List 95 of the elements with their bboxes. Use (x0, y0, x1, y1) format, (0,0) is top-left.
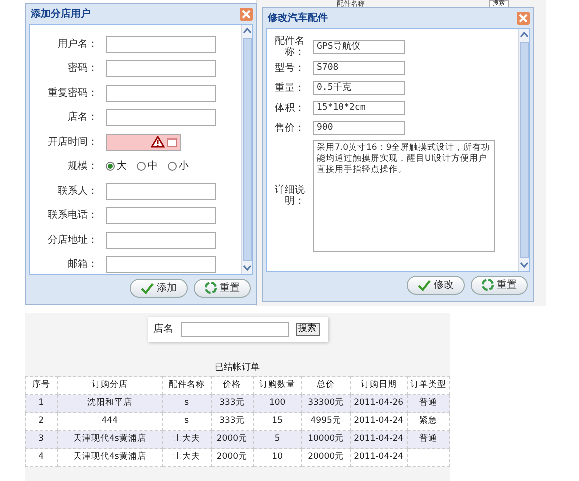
table-cell: s (162, 394, 212, 412)
dialog-button[interactable]: 重置 (194, 278, 251, 298)
column-header: 序号 (26, 376, 58, 394)
dialog-title: 添加分店用户 (31, 7, 91, 22)
field-label: 规模： (67, 161, 98, 172)
column-header: 总价 (302, 376, 350, 394)
calendar-icon (167, 137, 177, 148)
check-icon (141, 282, 154, 294)
radio-option[interactable]: 中 (137, 159, 158, 174)
dialog-button[interactable]: 重置 (471, 276, 528, 294)
dialog-button[interactable]: 添加 (130, 278, 188, 298)
search-label: 店名 (154, 322, 174, 337)
scrollbar[interactable] (518, 29, 529, 271)
table-cell: 10 (253, 448, 302, 466)
input-field[interactable] (106, 232, 216, 249)
field-label: 重量： (274, 82, 305, 94)
close-icon (240, 8, 253, 20)
table-cell: 沈阳和平店 (57, 394, 163, 412)
input-field[interactable] (106, 207, 216, 224)
table-cell: 天津现代4s黄浦店 (57, 430, 163, 448)
input-field[interactable]: 900 (313, 121, 405, 135)
column-header: 订购日期 (350, 376, 408, 394)
table-cell: 10000元 (302, 430, 350, 448)
column-header: 订购数量 (253, 376, 302, 394)
table-cell: 100 (253, 394, 302, 412)
table-cell: 333元 (211, 412, 254, 430)
input-field[interactable]: 15*10*2cm (313, 101, 405, 115)
close-button[interactable] (517, 12, 530, 24)
dialog-title: 修改汽车配件 (268, 11, 328, 26)
radio-option[interactable]: 大 (106, 159, 127, 174)
table-cell: 3 (26, 430, 58, 448)
table-cell: 士大夫 (162, 448, 212, 466)
input-field[interactable]: S708 (313, 61, 405, 75)
table-cell: 444 (57, 412, 163, 430)
input-field[interactable] (106, 60, 216, 78)
table-cell: 紧急 (407, 412, 450, 430)
input-field[interactable] (106, 84, 216, 102)
field-label: 售价： (274, 122, 305, 134)
close-button[interactable] (240, 8, 253, 20)
field-label: 用户名： (57, 38, 98, 50)
field-label: 密码： (67, 63, 98, 74)
table-cell: 2011-04-26 (350, 394, 408, 412)
recycle-icon (482, 279, 494, 291)
field-label: 分店地址： (47, 234, 98, 246)
column-header: 订购分店 (57, 376, 163, 394)
field-label: 重复密码： (47, 88, 98, 99)
radio-option[interactable]: 小 (168, 159, 189, 174)
input-field[interactable] (106, 182, 216, 200)
search-button[interactable]: 搜索 (296, 323, 320, 336)
table-cell: 2011-04-24 (350, 412, 408, 430)
input-field[interactable]: GPS导航仪 (313, 40, 405, 54)
column-header: 配件名称 (162, 376, 212, 394)
table-cell: 5 (253, 430, 302, 448)
recycle-icon (205, 282, 217, 294)
input-field[interactable] (106, 256, 216, 274)
field-label: 邮箱： (67, 259, 98, 270)
table-cell: 天津现代4s黄浦店 (57, 448, 163, 466)
input-field[interactable] (106, 36, 216, 53)
table-cell: 4 (26, 448, 58, 466)
field-label: 联系人： (57, 186, 98, 197)
date-field[interactable] (106, 134, 181, 151)
warning-icon (151, 136, 165, 148)
scrollbar[interactable] (241, 25, 252, 274)
check-icon (418, 280, 431, 290)
field-label: 详细说明： (274, 185, 305, 207)
column-header: 价格 (211, 376, 254, 394)
table-cell: 普通 (407, 430, 450, 448)
table-cell: 4995元 (302, 412, 350, 430)
field-label: 体积： (274, 102, 305, 114)
table-cell: 普通 (407, 394, 450, 412)
field-label: 店名： (67, 112, 98, 124)
table-cell: 33300元 (302, 394, 350, 412)
field-label: 配件名称： (274, 36, 305, 58)
table-cell: 2 (26, 412, 58, 430)
field-label: 型号： (274, 62, 305, 74)
table-cell: 1 (26, 394, 58, 412)
table-cell: 20000元 (302, 448, 350, 466)
table-cell: 333元 (211, 394, 254, 412)
text-area[interactable]: 采用7.0英寸16：9全屏触摸式设计，所有功能均通过触摸屏实现，醒目UI设计方便用户直接用手指轻点操作。 (313, 140, 495, 252)
table-cell: 士大夫 (162, 430, 212, 448)
table-cell: 2011-04-24 (350, 430, 408, 448)
table-cell: 2000元 (211, 430, 254, 448)
table-cell: 2011-04-24 (350, 448, 408, 466)
table-cell: s (162, 412, 212, 430)
table-caption: 已结帐订单 (214, 362, 261, 374)
input-field[interactable] (106, 109, 216, 126)
close-icon (517, 12, 530, 24)
table-cell: 15 (253, 412, 302, 430)
field-label: 联系电话： (47, 210, 98, 222)
field-label: 开店时间： (47, 136, 98, 148)
search-field[interactable] (180, 322, 288, 337)
dialog-button[interactable]: 修改 (407, 276, 465, 294)
table-cell: 2000元 (211, 448, 254, 466)
input-field[interactable]: 0.5千克 (313, 81, 405, 95)
column-header: 订单类型 (407, 376, 450, 394)
